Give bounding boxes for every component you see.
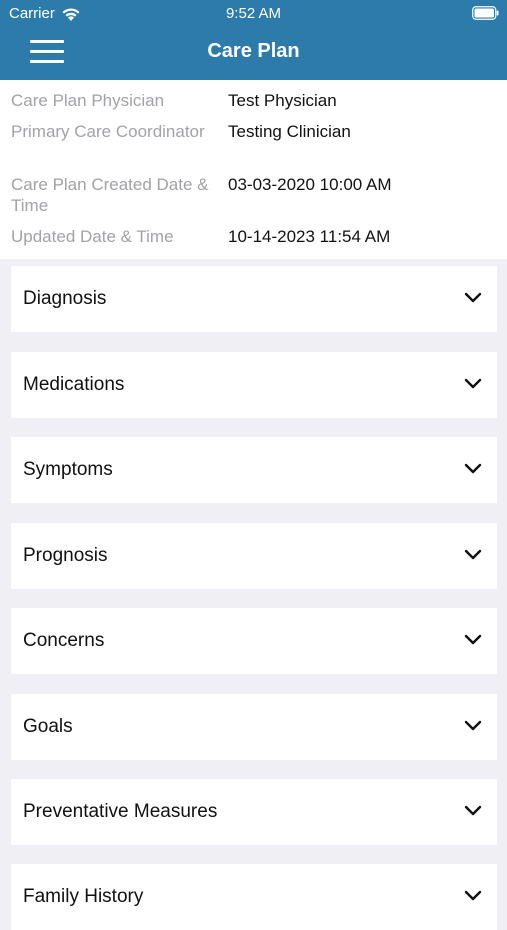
chevron-down-icon xyxy=(464,720,482,731)
chevron-down-icon xyxy=(464,292,482,303)
info-value: 03-03-2020 10:00 AM xyxy=(228,175,392,194)
section-preventative-measures[interactable]: Preventative Measures xyxy=(11,779,497,845)
section-label: Prognosis xyxy=(23,545,108,566)
section-medications[interactable]: Medications xyxy=(11,352,497,418)
app-header: Carrier 9:52 AM Care Plan xyxy=(0,0,507,80)
battery-icon xyxy=(472,6,499,20)
section-label: Family History xyxy=(23,886,144,907)
info-label: Care Plan Created Date & Time xyxy=(11,175,209,215)
info-label: Primary Care Coordinator xyxy=(11,122,205,141)
section-label: Symptoms xyxy=(23,459,113,480)
care-plan-info-panel: Care Plan Physician Test Physician Prima… xyxy=(0,80,507,259)
info-value: 10-14-2023 11:54 AM xyxy=(228,227,391,246)
chevron-down-icon xyxy=(464,634,482,645)
section-label: Diagnosis xyxy=(23,288,107,309)
chevron-down-icon xyxy=(464,890,482,901)
chevron-down-icon xyxy=(464,463,482,474)
status-bar: Carrier 9:52 AM xyxy=(0,0,507,28)
page-title: Care Plan xyxy=(207,40,300,62)
section-family-history[interactable]: Family History xyxy=(11,864,497,930)
section-label: Medications xyxy=(23,374,125,395)
info-label: Updated Date & Time xyxy=(11,227,174,246)
section-diagnosis[interactable]: Diagnosis xyxy=(11,266,497,332)
section-concerns[interactable]: Concerns xyxy=(11,608,497,674)
chevron-down-icon xyxy=(464,549,482,560)
chevron-down-icon xyxy=(464,378,482,389)
section-label: Concerns xyxy=(23,630,105,651)
section-label: Preventative Measures xyxy=(23,801,218,822)
section-prognosis[interactable]: Prognosis xyxy=(11,523,497,589)
info-label: Care Plan Physician xyxy=(11,91,165,110)
section-goals[interactable]: Goals xyxy=(11,694,497,760)
section-label: Goals xyxy=(23,716,73,737)
info-value: Test Physician xyxy=(228,91,337,110)
status-time: 9:52 AM xyxy=(225,5,282,22)
info-value: Testing Clinician xyxy=(228,122,351,141)
section-symptoms[interactable]: Symptoms xyxy=(11,437,497,503)
chevron-down-icon xyxy=(464,805,482,816)
